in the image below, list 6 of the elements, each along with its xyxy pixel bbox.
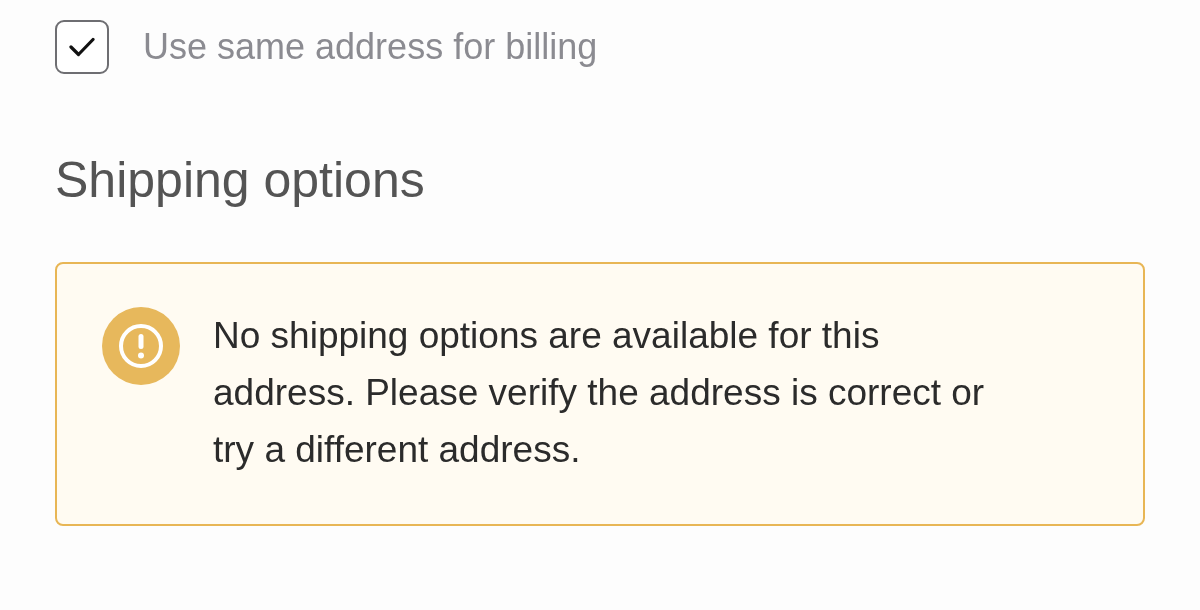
alert-message: No shipping options are available for this address. Please verify the address is correct or try a different address. <box>213 314 986 472</box>
checkbox-label: Use same address for billing <box>143 26 598 68</box>
checkbox[interactable] <box>55 20 109 74</box>
warning-icon <box>102 307 180 385</box>
checkmark-icon <box>69 37 95 57</box>
section-heading: Shipping options <box>55 151 425 210</box>
